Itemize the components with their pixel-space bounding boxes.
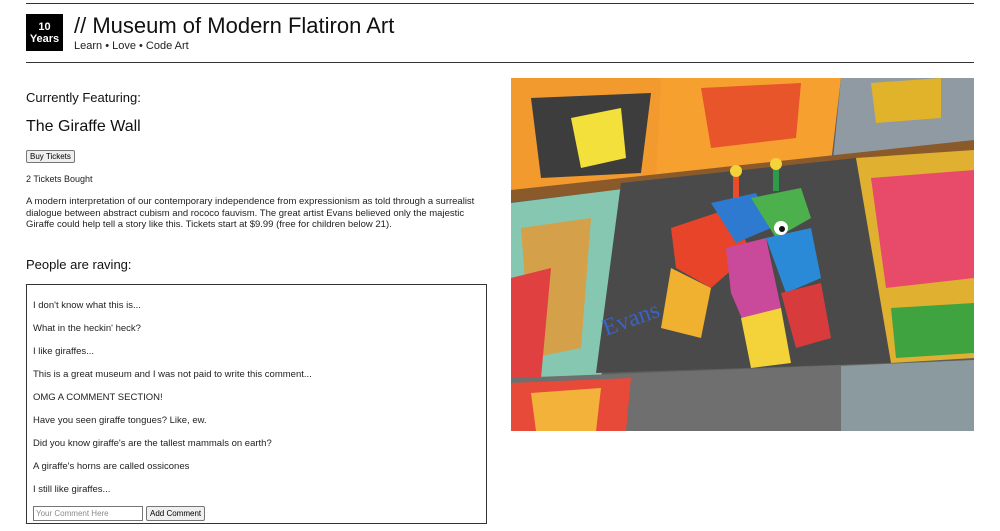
logo-number: 10 <box>38 20 51 33</box>
comment-item: What in the heckin' heck? <box>33 323 141 334</box>
site-title: // Museum of Modern Flatiron Art <box>74 13 395 38</box>
anniversary-logo: 10 Years <box>26 14 63 51</box>
comment-item: I like giraffes... <box>33 346 95 357</box>
giraffe-painting: Evans <box>511 78 974 431</box>
buy-tickets-button[interactable]: Buy Tickets <box>26 150 75 163</box>
site-tagline: Learn • Love • Code Art <box>74 40 189 52</box>
comment-item: I still like giraffes... <box>33 484 111 495</box>
comment-item: OMG A COMMENT SECTION! <box>33 392 163 403</box>
tickets-bought-count: 2 Tickets Bought <box>26 174 93 184</box>
comment-form: Add Comment <box>33 506 206 521</box>
comment-item: This is a great museum and I was not pai… <box>33 369 312 380</box>
comment-list: I don't know what this is... What in the… <box>33 300 312 507</box>
comment-item: Have you seen giraffe tongues? Like, ew. <box>33 415 207 426</box>
comment-item: I don't know what this is... <box>33 300 141 311</box>
comment-input[interactable] <box>33 506 143 521</box>
comments-heading: People are raving: <box>26 257 132 272</box>
page: 10 Years // Museum of Modern Flatiron Ar… <box>0 0 1000 531</box>
featuring-label: Currently Featuring: <box>26 90 141 105</box>
header-top-rule <box>26 3 974 4</box>
header-bottom-rule <box>26 62 974 63</box>
exhibit-title: The Giraffe Wall <box>26 118 141 135</box>
logo-text: Years <box>29 32 60 45</box>
add-comment-button[interactable]: Add Comment <box>146 506 206 521</box>
comments-section: I don't know what this is... What in the… <box>26 284 487 524</box>
comment-item: A giraffe's horns are called ossicones <box>33 461 190 472</box>
giraffe-wall-image: Evans <box>511 78 974 431</box>
comment-item: Did you know giraffe's are the tallest m… <box>33 438 272 449</box>
exhibit-description: A modern interpretation of our contempor… <box>26 196 475 230</box>
